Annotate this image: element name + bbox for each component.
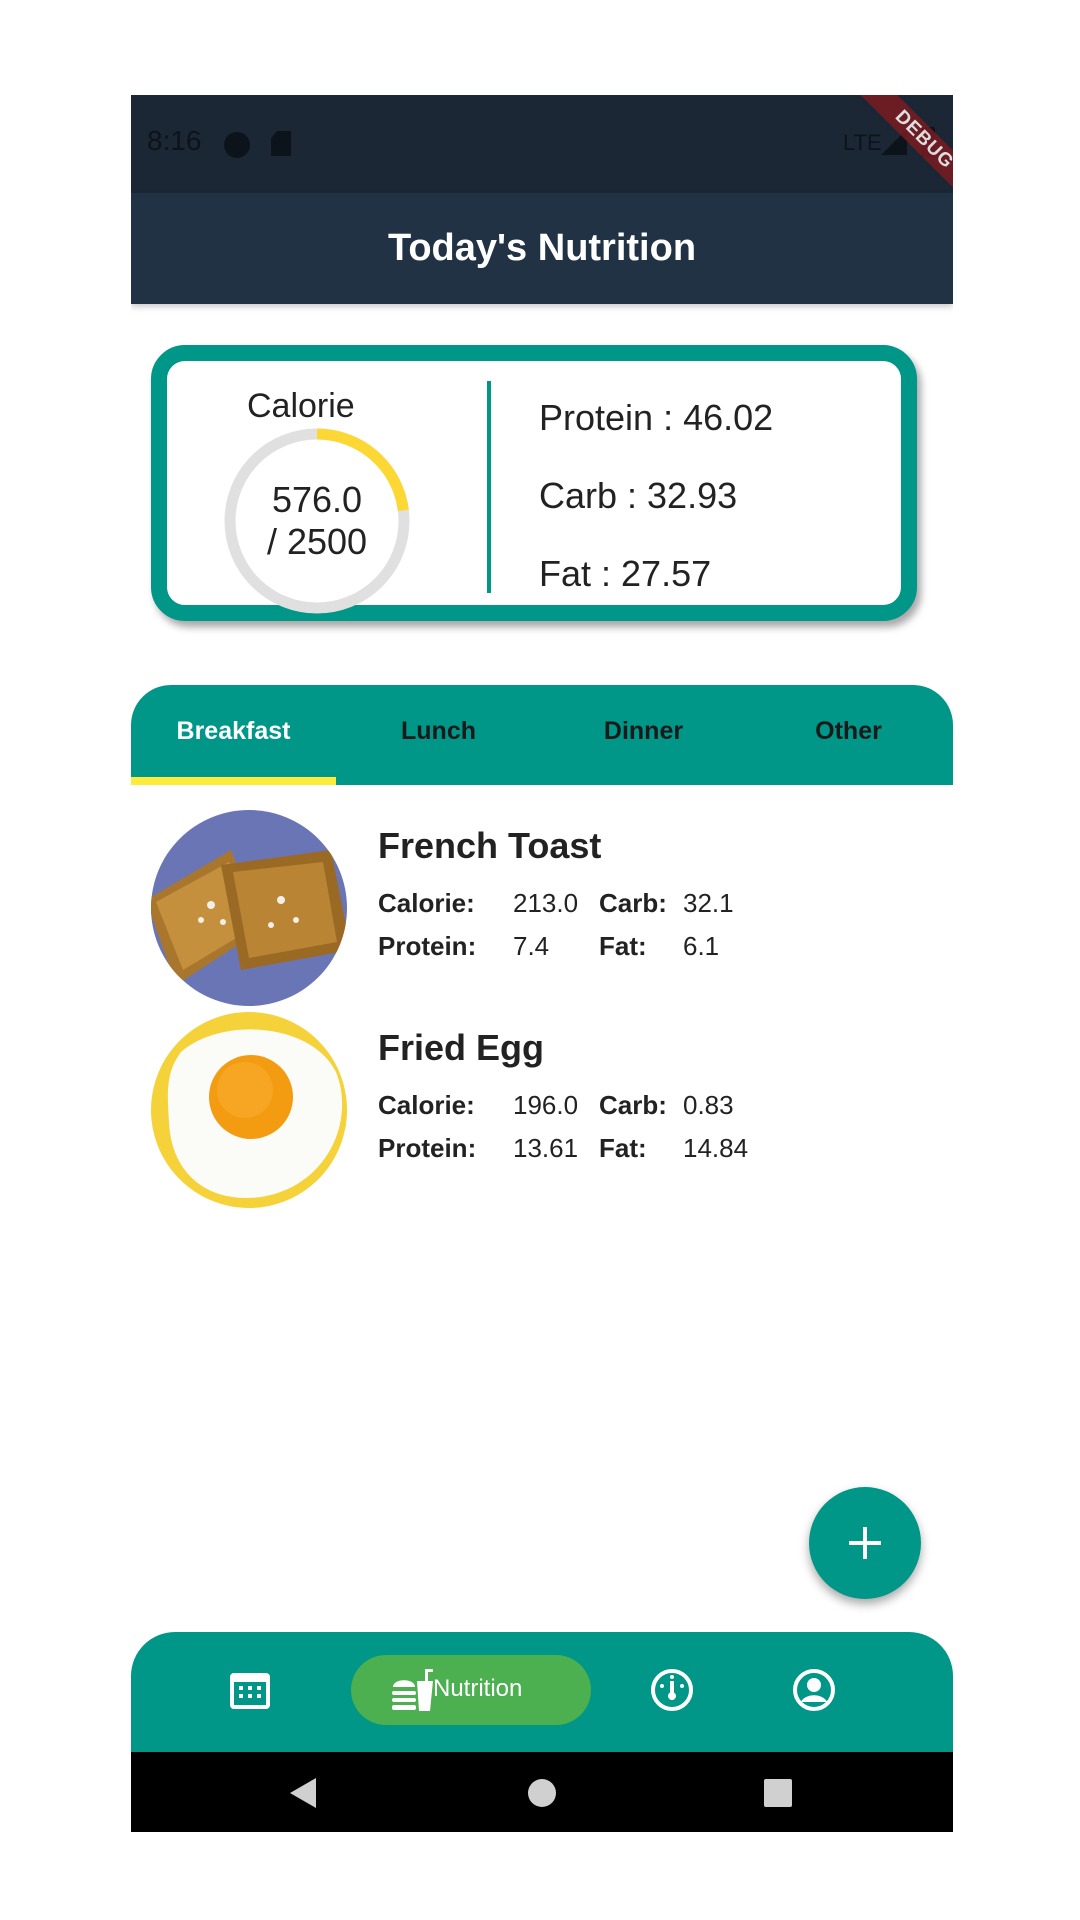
calorie-label: Calorie: [378,888,475,918]
calorie-consumed: 576.0 [271,479,363,520]
tab-indicator [131,777,336,785]
tab-other[interactable]: Other [746,685,951,785]
network-type: LTE [843,130,882,155]
carb-value: 0.83 [683,1090,734,1120]
protein-total: Protein : 46.02 [539,397,774,438]
carb-total: Carb : 32.93 [539,475,738,516]
nutrition-summary-card: Calorie 576.0 / 2500 Protein : 46.02 Car… [151,345,917,621]
sd-card-icon [271,131,291,156]
add-food-button[interactable] [809,1487,921,1599]
tab-lunch[interactable]: Lunch [336,685,541,785]
french-toast-photo [151,810,347,1006]
nav-label-nutrition: Nutrition [433,1675,523,1702]
app-bar: Today's Nutrition [131,193,953,304]
card-divider [487,381,491,593]
phone-screen: 8:16 LTE DEBUG Today's Nutrition Calorie… [131,95,953,1832]
calorie-value: 576.0 / 2500 [221,479,413,563]
calorie-label: Calorie: [378,1090,475,1120]
protein-label: Protein: [378,1133,477,1163]
fat-total: Fat : 27.57 [539,553,712,594]
food-name: French Toast [378,825,602,866]
bottom-nav: Nutrition [131,1632,953,1752]
nav-item-nutrition[interactable]: Nutrition [351,1655,591,1725]
notification-icon [224,132,250,158]
carb-label: Carb: [599,888,667,918]
fat-value: 14.84 [683,1133,749,1163]
protein-value: 7.4 [513,931,550,961]
tab-dinner[interactable]: Dinner [541,685,746,785]
status-bar: 8:16 LTE DEBUG [131,95,953,210]
fried-egg-photo [151,1012,347,1208]
protein-label: Protein: [378,931,477,961]
list-item[interactable]: Fried Egg Calorie: 196.0 Carb: 0.83 Prot… [151,1012,931,1208]
recents-icon[interactable] [763,1778,793,1808]
calendar-icon[interactable] [227,1667,273,1713]
tab-breakfast[interactable]: Breakfast [131,685,336,785]
account-icon[interactable] [791,1667,837,1713]
fat-label: Fat: [599,1133,647,1163]
calorie-value: 196.0 [513,1090,579,1120]
protein-value: 13.61 [513,1133,579,1163]
calorie-label: Calorie [247,387,355,425]
page-title: Today's Nutrition [387,227,697,269]
plus-icon [849,1527,881,1559]
food-icon [392,1669,433,1711]
back-icon[interactable] [286,1776,320,1810]
carb-value: 32.1 [683,888,734,918]
calorie-value: 213.0 [513,888,579,918]
system-nav-bar [131,1752,953,1832]
fat-value: 6.1 [683,931,720,961]
meal-tab-bar: Breakfast Lunch Dinner Other [131,685,953,785]
carb-label: Carb: [599,1090,667,1120]
food-name: Fried Egg [378,1027,545,1068]
gauge-icon[interactable] [649,1667,695,1713]
calorie-goal: / 2500 [266,521,368,562]
status-time: 8:16 [147,125,202,156]
list-item[interactable]: French Toast Calorie: 213.0 Carb: 32.1 P… [151,810,931,1006]
fat-label: Fat: [599,931,647,961]
home-icon[interactable] [527,1778,557,1808]
